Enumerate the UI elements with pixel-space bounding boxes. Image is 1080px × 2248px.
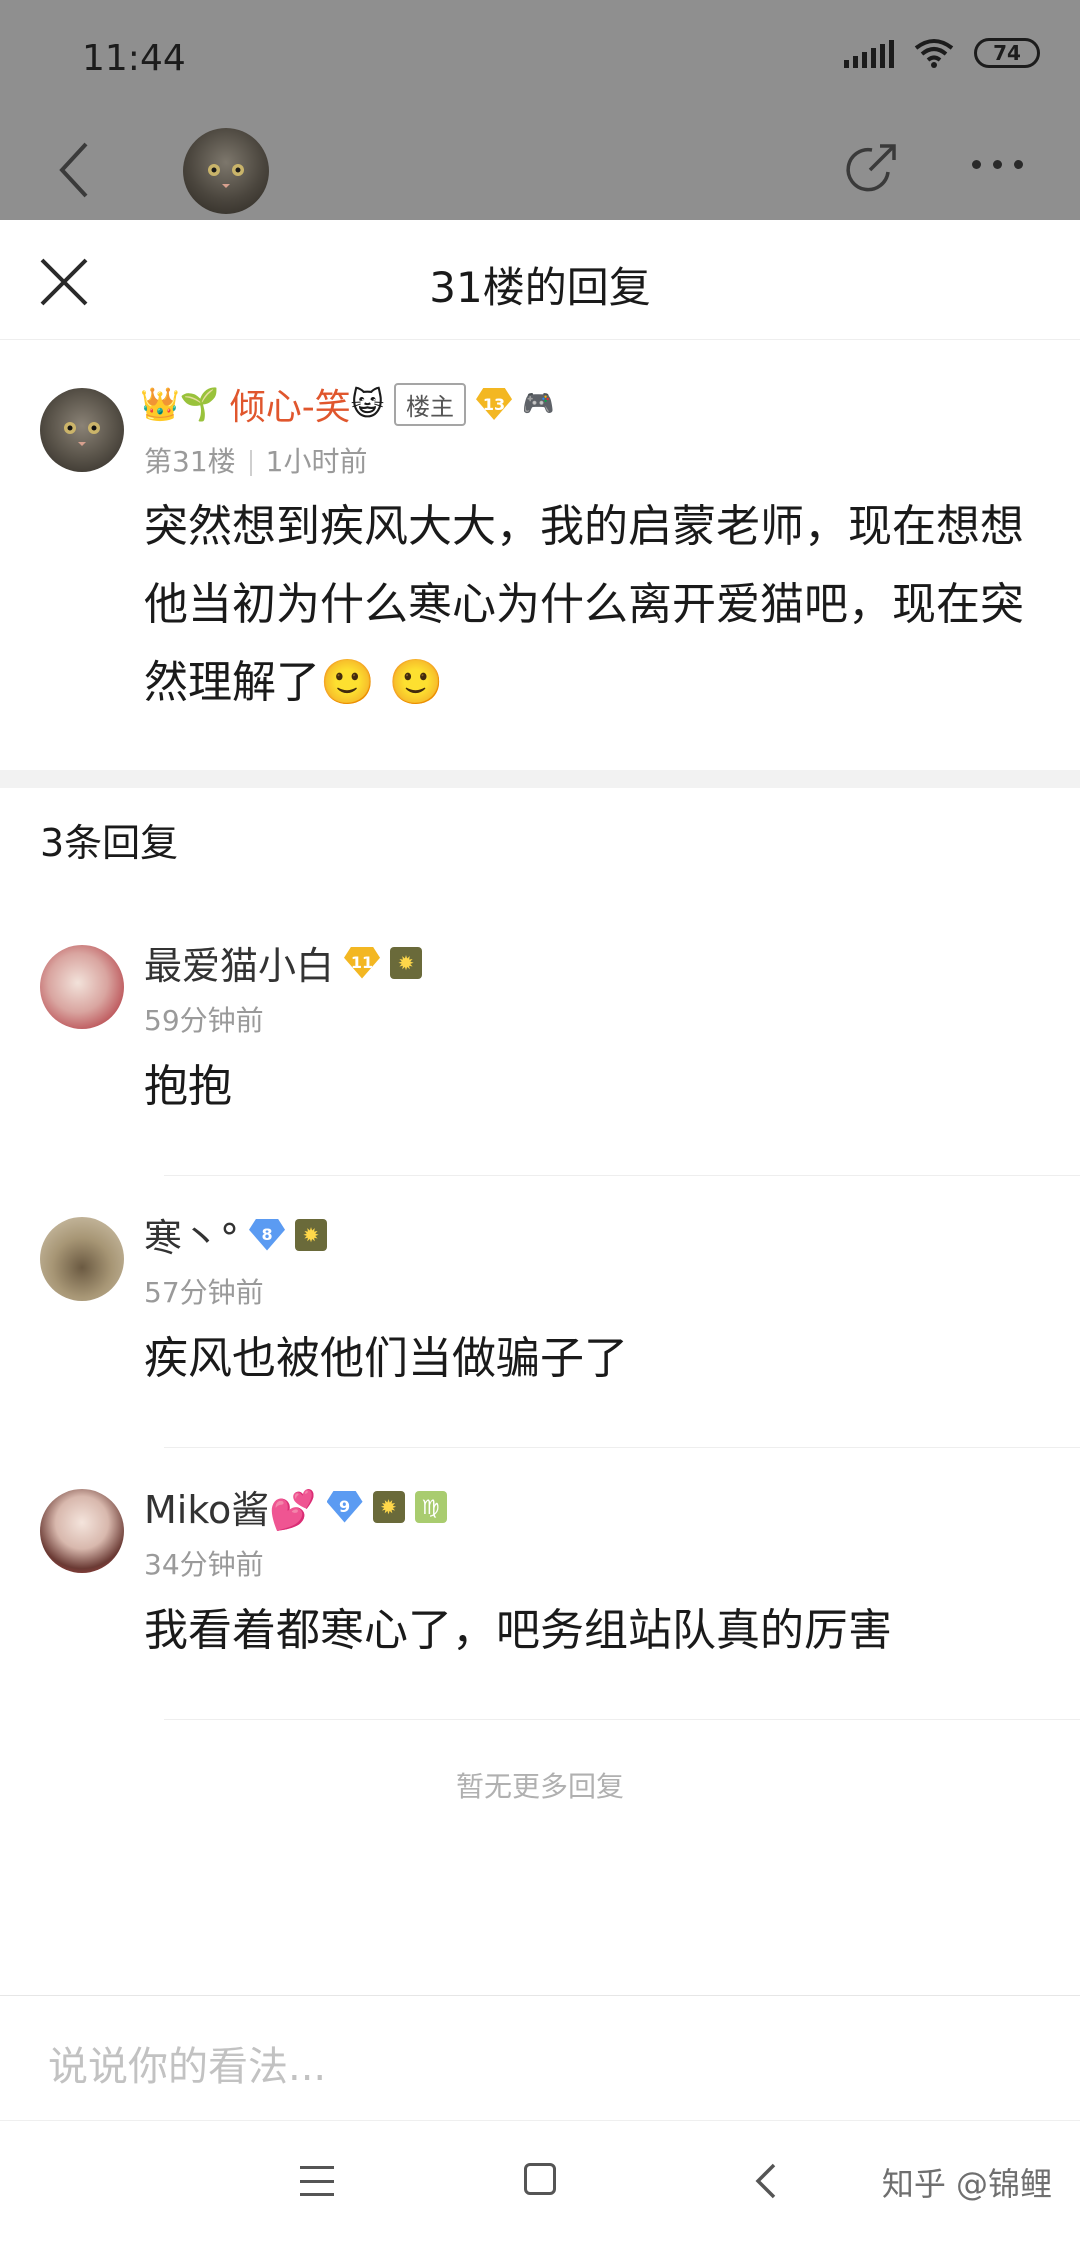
cat-face-icon: 😺 [350, 385, 385, 423]
menu-icon[interactable] [300, 2166, 334, 2196]
author-name[interactable]: 倾心-笑 [230, 378, 351, 430]
reply-time: 57分钟前 [144, 1276, 264, 1309]
reply-user-line: 寒丶° 8 ✹ [144, 1207, 328, 1262]
op-tag: 楼主 [394, 382, 467, 426]
level-badge: 11 [344, 946, 381, 979]
reply-user-line: 最爱猫小白 11 ✹ [144, 935, 423, 990]
status-time: 11:44 [82, 38, 186, 79]
comment-input-bar[interactable]: 说说你的看法... [0, 1995, 1080, 2120]
sun-badge-icon: ✹ [390, 946, 423, 979]
system-nav-bar: 知乎 @锦鲤 [0, 2120, 1080, 2248]
reply-content: 疾风也被他们当做骗子了 [144, 1333, 628, 1384]
author-line: 👑🌱 倾心-笑 😺 楼主 13 🎮 [140, 378, 554, 430]
background-overlay [0, 0, 1080, 220]
level-badge: 13 [476, 388, 513, 420]
system-back-icon[interactable] [752, 2161, 782, 2201]
reply-avatar[interactable] [40, 1217, 124, 1301]
back-chevron-icon[interactable] [50, 140, 100, 200]
reply-time: 59分钟前 [144, 1004, 264, 1037]
reply-author[interactable]: 最爱猫小白 [144, 935, 334, 990]
reply-item[interactable]: 寒丶° 8 ✹ 57分钟前 疾风也被他们当做骗子了 [0, 1216, 1080, 1487]
status-icons: 74 [844, 38, 1040, 68]
reply-time: 34分钟前 [144, 1548, 264, 1581]
reply-user-line: Miko酱💕 9 ✹ ♍ [144, 1479, 447, 1534]
reply-author[interactable]: 寒丶° [144, 1207, 239, 1262]
sheet-title: 31楼的回复 [429, 263, 651, 312]
reply-author[interactable]: Miko酱💕 [144, 1479, 317, 1534]
user-badges-icon: 👑🌱 [140, 385, 220, 423]
sun-badge-icon: ✹ [372, 1490, 405, 1523]
author-avatar[interactable] [40, 388, 124, 472]
reply-avatar[interactable] [40, 945, 124, 1029]
post-content: 突然想到疾风大大，我的启蒙老师，现在想想他当初为什么寒心为什么离开爱猫吧，现在突… [144, 501, 1024, 708]
reply-divider [164, 1175, 1080, 1176]
watermark: 知乎 @锦鲤 [881, 2165, 1052, 2203]
section-divider [0, 770, 1080, 788]
reply-divider [164, 1719, 1080, 1720]
sheet-header: 31楼的回复 [0, 220, 1080, 340]
game-badge-icon: 🎮 [522, 389, 555, 419]
comment-input[interactable]: 说说你的看法... [48, 2034, 326, 2092]
sun-badge-icon: ✹ [295, 1218, 328, 1251]
floor-number: 第31楼 [144, 445, 236, 478]
level-badge: 8 [249, 1218, 286, 1251]
thread-avatar[interactable] [183, 128, 269, 214]
post-time: 1小时前 [265, 445, 368, 478]
reply-count: 3条回复 [40, 821, 179, 865]
reply-divider [164, 1447, 1080, 1448]
reply-avatar[interactable] [40, 1489, 124, 1573]
wifi-icon [914, 39, 954, 68]
share-icon[interactable] [842, 140, 900, 198]
level-badge: 9 [326, 1490, 363, 1523]
battery-icon: 74 [974, 38, 1040, 68]
post-meta: 第31楼 1小时前 [144, 440, 367, 480]
reply-item[interactable]: Miko酱💕 9 ✹ ♍ 34分钟前 我看着都寒心了，吧务组站队真的厉害 [0, 1488, 1080, 1759]
reply-item[interactable]: 最爱猫小白 11 ✹ 59分钟前 抱抱 [0, 944, 1080, 1215]
signal-icon [844, 38, 894, 68]
reply-sheet: 31楼的回复 👑🌱 倾心-笑 😺 楼主 13 🎮 第31楼 1小时前 突然想到疾风… [0, 220, 1080, 2120]
home-icon[interactable] [524, 2163, 556, 2195]
more-dots-icon[interactable] [972, 160, 1023, 169]
virgo-badge-icon: ♍ [414, 1490, 447, 1523]
reply-content: 抱抱 [144, 1061, 232, 1112]
reply-content: 我看着都寒心了，吧务组站队真的厉害 [144, 1605, 892, 1656]
no-more-replies: 暂无更多回复 [455, 1770, 624, 1803]
